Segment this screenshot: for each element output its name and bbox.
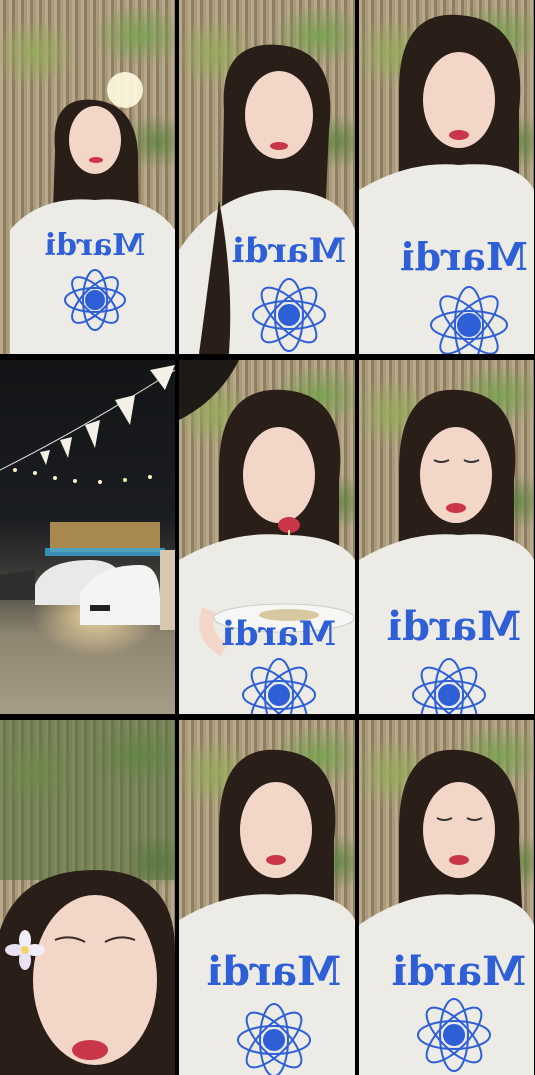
photo-frame-7: [0, 720, 175, 1075]
portrait-illustration: Mardi: [10, 72, 175, 354]
photo-frame-8: Mardi: [179, 720, 355, 1075]
portrait-illustration: Mardi: [359, 749, 534, 1075]
portrait-illustration: Mardi: [359, 14, 534, 354]
portrait-illustration: Mardi: [179, 749, 355, 1075]
shirt-print-text: Mardi: [232, 231, 346, 271]
shirt-print-text: Mardi: [392, 948, 526, 995]
portrait-illustration: Mardi: [359, 389, 534, 714]
shirt-print-text: Mardi: [45, 228, 146, 263]
shirt-print-text: Mardi: [222, 614, 336, 654]
photo-frame-4: [0, 360, 175, 714]
shirt-print-text: Mardi: [387, 603, 521, 650]
photo-frame-5: Mardi: [179, 360, 355, 714]
photo-frame-2: Mardi: [179, 0, 355, 354]
portrait-illustration: Mardi: [179, 360, 355, 714]
portrait-illustration: Mardi: [179, 44, 355, 354]
photo-frame-3: Mardi: [359, 0, 534, 354]
photo-frame-9: Mardi: [359, 720, 534, 1075]
photo-frame-6: Mardi: [359, 360, 534, 714]
photo-collage-grid: Mardi Mardi Mardi Mardi Mardi Mardi Mard…: [0, 0, 535, 1075]
night-parking-lot-illustration: [0, 365, 175, 630]
shirt-print-text: Mardi: [207, 948, 341, 995]
shirt-print-text: Mardi: [400, 234, 528, 279]
portrait-illustration: [0, 720, 175, 1075]
photo-frame-1: Mardi: [0, 0, 175, 354]
